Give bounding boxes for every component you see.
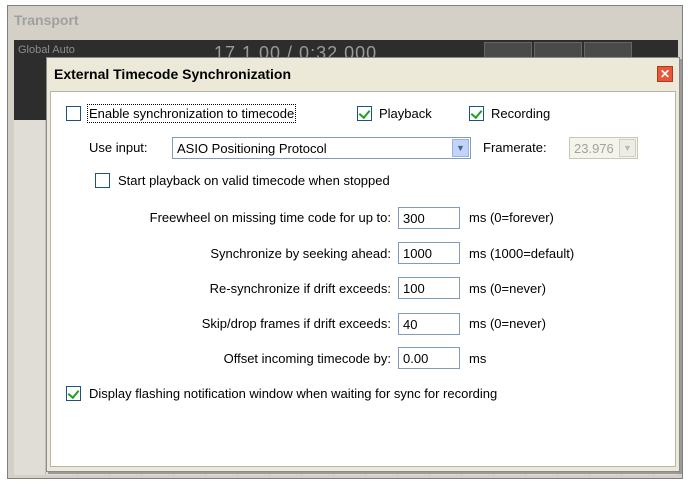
seek-ahead-unit: ms (1000=default) bbox=[469, 246, 575, 261]
transport-title: Transport bbox=[14, 12, 79, 28]
display-notification-checkbox[interactable] bbox=[66, 386, 81, 401]
chevron-down-icon[interactable]: ▼ bbox=[619, 139, 636, 157]
freewheel-field[interactable] bbox=[398, 207, 460, 229]
start-playback-label[interactable]: Start playback on valid timecode when st… bbox=[118, 173, 390, 188]
display-notification-label[interactable]: Display flashing notification window whe… bbox=[89, 386, 497, 401]
framerate-label: Framerate: bbox=[483, 140, 547, 155]
close-button[interactable]: ✕ bbox=[657, 66, 673, 82]
enable-sync-checkbox[interactable] bbox=[66, 106, 81, 121]
skip-drop-unit: ms (0=never) bbox=[469, 316, 546, 331]
resync-field[interactable] bbox=[398, 277, 460, 299]
freewheel-input[interactable] bbox=[399, 208, 459, 228]
global-auto-label[interactable]: Global Auto bbox=[18, 44, 75, 56]
freewheel-unit: ms (0=forever) bbox=[469, 210, 554, 225]
seek-ahead-label: Synchronize by seeking ahead: bbox=[210, 246, 391, 261]
freewheel-label: Freewheel on missing time code for up to… bbox=[149, 210, 391, 225]
seek-ahead-field[interactable] bbox=[398, 242, 460, 264]
use-input-label: Use input: bbox=[89, 140, 148, 155]
recording-checkbox[interactable] bbox=[469, 106, 484, 121]
offset-field[interactable] bbox=[398, 347, 460, 369]
dialog-title: External Timecode Synchronization bbox=[54, 66, 292, 82]
timecode-sync-dialog: External Timecode Synchronization ✕ Enab… bbox=[46, 57, 680, 472]
skip-drop-input[interactable] bbox=[399, 314, 459, 334]
resync-label: Re-synchronize if drift exceeds: bbox=[209, 281, 391, 296]
use-input-select[interactable]: ASIO Positioning Protocol ▼ bbox=[172, 137, 471, 159]
playback-label[interactable]: Playback bbox=[379, 106, 432, 121]
recording-label[interactable]: Recording bbox=[491, 106, 550, 121]
chevron-down-icon[interactable]: ▼ bbox=[452, 139, 469, 157]
enable-sync-label[interactable]: Enable synchronization to timecode bbox=[86, 104, 297, 123]
seek-ahead-input[interactable] bbox=[399, 243, 459, 263]
framerate-value: 23.976 bbox=[574, 141, 614, 156]
use-input-value: ASIO Positioning Protocol bbox=[177, 141, 327, 156]
offset-unit: ms bbox=[469, 351, 487, 366]
start-playback-checkbox[interactable] bbox=[95, 173, 110, 188]
skip-drop-field[interactable] bbox=[398, 313, 460, 335]
offset-label: Offset incoming timecode by: bbox=[223, 351, 391, 366]
resync-input[interactable] bbox=[399, 278, 459, 298]
playback-checkbox[interactable] bbox=[357, 106, 372, 121]
resync-unit: ms (0=never) bbox=[469, 281, 546, 296]
offset-input[interactable] bbox=[399, 348, 459, 368]
skip-drop-label: Skip/drop frames if drift exceeds: bbox=[201, 316, 391, 331]
dialog-body: Enable synchronization to timecode Playb… bbox=[50, 91, 676, 467]
framerate-select[interactable]: 23.976 ▼ bbox=[569, 137, 638, 159]
